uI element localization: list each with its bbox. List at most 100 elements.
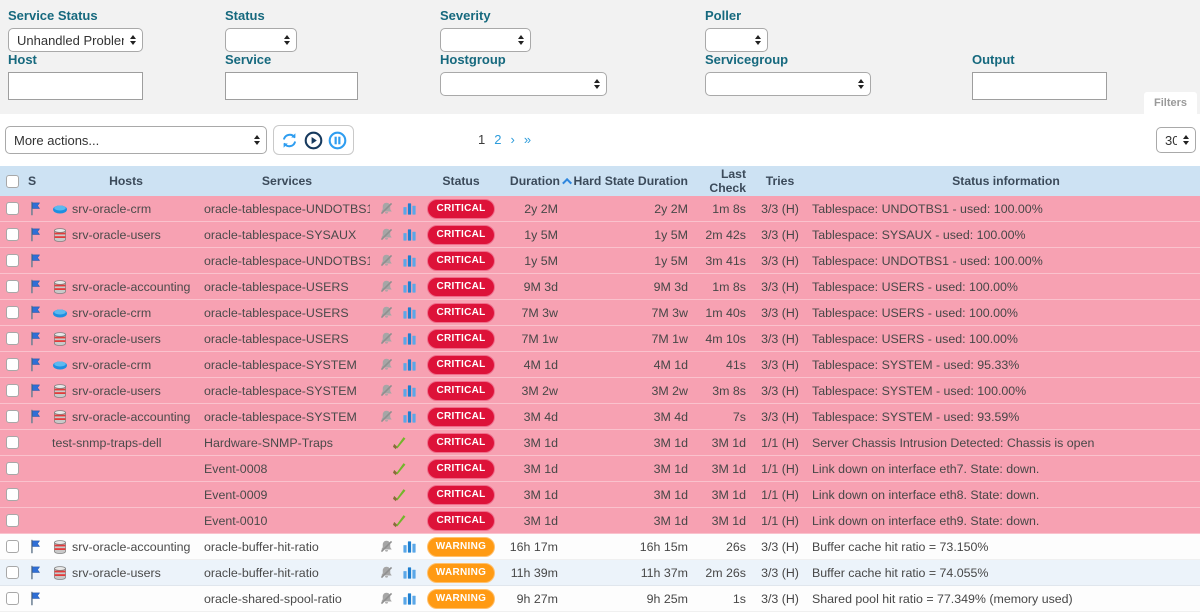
service-link[interactable]: oracle-tablespace-UNDOTBS1 [204,202,370,216]
service-link[interactable]: oracle-tablespace-SYSTEM [204,410,357,424]
service-link[interactable]: Event-0010 [204,514,267,528]
status-select[interactable] [225,28,297,52]
service-link[interactable]: oracle-tablespace-UNDOTBS1 [204,254,370,268]
chart-icon[interactable] [402,591,417,606]
service-cell: oracle-tablespace-SYSTEM [200,410,370,424]
filters-tab-button[interactable]: Filters [1144,92,1197,115]
column-header-hard-state-duration[interactable]: Hard State Duration [572,174,696,188]
refresh-icon[interactable] [279,130,300,151]
playback-icon-group [273,125,354,155]
row-checkbox[interactable] [6,228,19,241]
column-header-duration[interactable]: Duration [496,174,572,188]
row-checkbox[interactable] [6,488,19,501]
host-link[interactable]: srv-oracle-crm [72,306,151,320]
chart-icon[interactable] [402,201,417,216]
service-link[interactable]: oracle-shared-spool-ratio [204,592,342,606]
pagination-link[interactable]: 2 [494,132,501,147]
row-checkbox[interactable] [6,540,19,553]
column-header-hosts[interactable]: Hosts [52,174,200,188]
chart-icon[interactable] [402,565,417,580]
pagination-link[interactable]: » [524,132,531,147]
service-link[interactable]: Hardware-SNMP-Traps [204,436,333,450]
service-link[interactable]: oracle-tablespace-USERS [204,306,349,320]
host-input[interactable] [8,72,143,100]
host-link[interactable]: srv-oracle-users [72,332,161,346]
service-link[interactable]: oracle-tablespace-SYSAUX [204,228,356,242]
row-checkbox[interactable] [6,436,19,449]
row-checkbox[interactable] [6,384,19,397]
service-link[interactable]: oracle-buffer-hit-ratio [204,540,319,554]
row-checkbox[interactable] [6,306,19,319]
host-link[interactable]: srv-oracle-users [72,228,161,242]
pause-icon[interactable] [327,130,348,151]
hard-state-duration-cell: 3M 1d [572,462,696,476]
host-link[interactable]: srv-oracle-accounting [72,540,190,554]
row-checkbox[interactable] [6,566,19,579]
column-header-status[interactable]: Status [426,174,496,188]
row-checkbox[interactable] [6,202,19,215]
bell-muted-icon [379,383,394,398]
service-link[interactable]: oracle-tablespace-SYSTEM [204,384,357,398]
severity-select[interactable] [440,28,531,52]
status-information-cell: Tablespace: USERS - used: 100.00% [808,280,1200,294]
chart-icon[interactable] [402,539,417,554]
output-input[interactable] [972,72,1107,100]
service-link[interactable]: oracle-buffer-hit-ratio [204,566,319,580]
column-header-services[interactable]: Services [200,174,370,188]
chart-icon[interactable] [402,331,417,346]
duration-cell: 7M 1w [496,332,572,346]
last-check-cell: 1s [696,592,752,606]
duration-cell: 7M 3w [496,306,572,320]
more-actions-select[interactable]: More actions... [5,126,267,154]
pagination-link[interactable]: › [510,132,514,147]
chart-icon[interactable] [402,279,417,294]
service-link[interactable]: oracle-tablespace-USERS [204,280,349,294]
service-input[interactable] [225,72,358,100]
status-information-cell: Server Chassis Intrusion Detected: Chass… [808,436,1200,450]
hostgroup-label: Hostgroup [440,52,607,67]
chart-icon[interactable] [402,227,417,242]
row-checkbox[interactable] [6,332,19,345]
service-cell: Event-0009 [200,488,370,502]
chart-icon[interactable] [402,383,417,398]
column-header-tries[interactable]: Tries [752,174,808,188]
tries-cell: 1/1 (H) [752,462,808,476]
host-link[interactable]: test-snmp-traps-dell [52,436,161,450]
host-link[interactable]: srv-oracle-crm [72,358,151,372]
host-link[interactable]: srv-oracle-crm [72,202,151,216]
row-checkbox[interactable] [6,410,19,423]
chart-icon[interactable] [402,253,417,268]
page-size-select[interactable]: 30 [1156,127,1196,153]
servicegroup-select[interactable] [705,72,871,96]
sort-asc-icon [562,177,572,187]
last-check-cell: 3M 1d [696,514,752,528]
row-checkbox[interactable] [6,358,19,371]
select-stepper-icon [1183,135,1189,145]
hostgroup-select[interactable] [440,72,607,96]
row-icons [370,305,426,320]
service-cell: oracle-tablespace-UNDOTBS1 [200,254,370,268]
row-checkbox[interactable] [6,462,19,475]
row-checkbox[interactable] [6,280,19,293]
service-link[interactable]: oracle-tablespace-SYSTEM [204,358,357,372]
column-header-last-check[interactable]: Last Check [696,167,752,195]
chart-icon[interactable] [402,409,417,424]
service-status-select[interactable]: Unhandled Problems [8,28,143,52]
play-icon[interactable] [303,130,324,151]
host-link[interactable]: srv-oracle-users [72,384,161,398]
table-row: srv-oracle-accounting oracle-tablespace-U… [0,274,1200,300]
host-link[interactable]: srv-oracle-users [72,566,161,580]
row-checkbox[interactable] [6,254,19,267]
service-link[interactable]: Event-0009 [204,488,267,502]
host-link[interactable]: srv-oracle-accounting [72,410,190,424]
row-checkbox[interactable] [6,514,19,527]
row-checkbox[interactable] [6,592,19,605]
host-link[interactable]: srv-oracle-accounting [72,280,190,294]
hard-state-duration-cell: 9h 25m [572,592,696,606]
service-link[interactable]: Event-0008 [204,462,267,476]
service-link[interactable]: oracle-tablespace-USERS [204,332,349,346]
select-all-checkbox[interactable] [6,175,19,188]
chart-icon[interactable] [402,305,417,320]
poller-select[interactable] [705,28,768,52]
chart-icon[interactable] [402,357,417,372]
